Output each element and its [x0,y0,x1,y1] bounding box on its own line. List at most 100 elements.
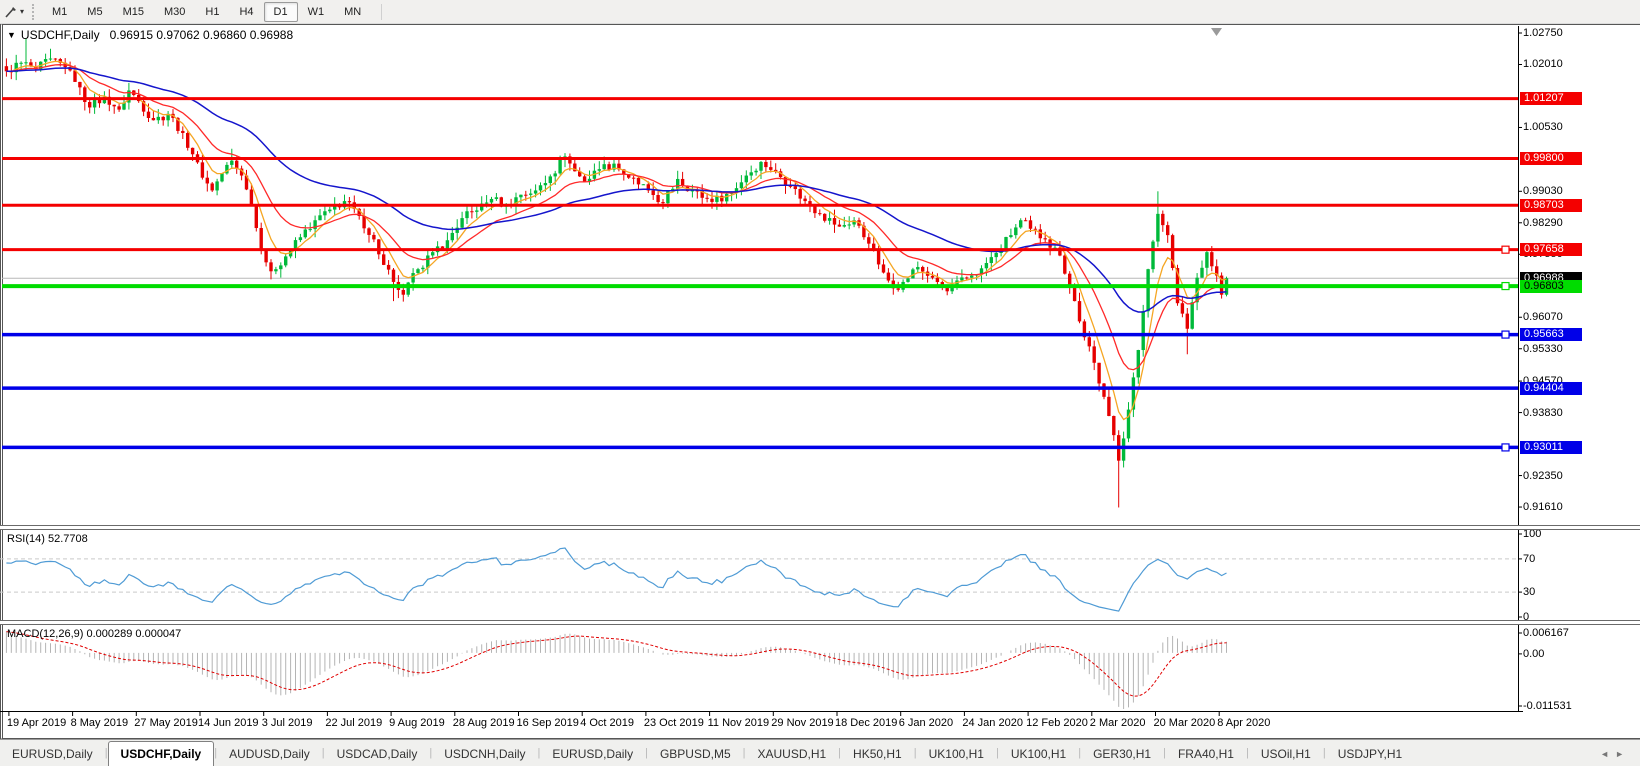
timeframe-button-d1[interactable]: D1 [263,1,298,22]
candle-body [274,269,278,272]
collapse-chart-icon[interactable]: ▼ [7,30,16,40]
date-axis-label: 12 Feb 2020 [1026,717,1088,729]
chart-tab-xauusd-h1[interactable]: XAUUSD,H1 [745,742,838,766]
candle-body [823,213,827,221]
candle-body [78,81,82,88]
dropdown-caret-icon[interactable]: ▾ [20,7,24,16]
candle-body [284,256,288,266]
candle-body [680,178,685,186]
hline-handle[interactable] [1501,330,1510,339]
macd-indicator-label: MACD(12,26,9) 0.000289 0.000047 [7,628,182,640]
candle-body [1072,286,1077,302]
candle-body [984,263,989,269]
timeframe-button-mn[interactable]: MN [334,2,371,22]
candle-body [190,147,195,155]
candle-body [1097,362,1101,384]
timeframe-button-m1[interactable]: M1 [42,2,77,22]
rsi-tick-label: 30 [1523,586,1536,599]
candle-body [43,59,48,62]
macd-tick-label: 0.006167 [1523,627,1569,639]
candle-body [161,116,165,121]
date-axis-label: 28 Aug 2019 [452,717,515,729]
candle-body [970,275,974,278]
candle-body [582,176,587,182]
chart-tab-uk100-h1[interactable]: UK100,H1 [999,742,1078,766]
next-charts-button[interactable]: ► [1615,749,1630,759]
candle-body [347,201,352,203]
candle-body [1019,220,1023,228]
candle-body [181,130,185,133]
candle-body [818,213,822,215]
candle-body [1063,255,1067,274]
toolbar-grip[interactable] [32,3,35,20]
chart-tab-audusd-daily[interactable]: AUDUSD,Daily [217,742,322,766]
date-axis-label: 18 Dec 2019 [835,717,898,729]
candle-body [881,264,886,273]
candle-body [445,240,450,249]
candle-body [235,160,239,169]
chart-tab-usdcnh-daily[interactable]: USDCNH,Daily [432,742,537,766]
candle-body [548,176,552,184]
candle-body [269,262,273,272]
candle-body [1121,438,1126,461]
candle-body [1014,227,1018,236]
timeframe-button-m5[interactable]: M5 [77,2,112,22]
candle-body [1092,346,1096,363]
chart-tab-usdchf-daily[interactable]: USDCHF,Daily [107,741,215,766]
hline-handle[interactable] [1501,443,1510,452]
price-tick-label: 1.02010 [1523,58,1563,71]
candle-body [318,215,322,221]
candle-body [1136,350,1140,378]
macd-pane-splitter[interactable] [0,620,1640,625]
candle-body [117,106,121,110]
candle-body [1023,220,1028,222]
candle-body [53,58,58,60]
hline-handle[interactable] [1501,245,1510,254]
price-chart-canvas[interactable] [0,0,1640,766]
candle-body [896,288,900,290]
chart-tab-gbpusd-m5[interactable]: GBPUSD,M5 [648,742,743,766]
chart-tab-eurusd-daily[interactable]: EURUSD,Daily [540,742,645,766]
candle-body [1112,415,1116,436]
chart-tab-hk50-h1[interactable]: HK50,H1 [841,742,914,766]
candle-body [303,229,307,238]
candle-body [24,62,28,64]
timeframe-button-h4[interactable]: H4 [229,2,263,22]
candle-body [1009,235,1013,238]
macd-signal-line [6,631,1227,697]
candle-body [489,198,494,203]
date-axis-label: 2 Mar 2020 [1089,717,1146,729]
drawing-tool-icon[interactable] [2,3,20,21]
candle-body [254,205,258,229]
chart-tab-usdjpy-h1[interactable]: USDJPY,H1 [1326,742,1414,766]
timeframe-button-w1[interactable]: W1 [298,2,335,22]
rsi-pane-splitter[interactable] [0,525,1640,530]
candle-body [827,218,832,221]
chart-tab-ger30-h1[interactable]: GER30,H1 [1081,742,1163,766]
chart-tab-usoil-h1[interactable]: USOil,H1 [1249,742,1323,766]
timeframe-button-m30[interactable]: M30 [154,2,195,22]
candle-body [4,66,9,72]
hline-handle[interactable] [1501,281,1510,291]
candle-body [1038,229,1042,239]
candle-body [661,202,665,204]
chart-tab-uk100-h1[interactable]: UK100,H1 [917,742,996,766]
timeframe-button-m15[interactable]: M15 [113,2,154,22]
candle-body [636,177,641,185]
chart-tab-fra40-h1[interactable]: FRA40,H1 [1166,742,1246,766]
date-axis-label: 23 Oct 2019 [643,717,704,729]
candle-body [19,62,23,64]
price-tick-label: 0.93830 [1523,406,1563,419]
candle-body [146,111,151,118]
chart-tab-usdcad-daily[interactable]: USDCAD,Daily [325,742,430,766]
chart-tab-eurusd-daily[interactable]: EURUSD,Daily [0,742,105,766]
candle-body [764,161,768,168]
prev-charts-button[interactable]: ◄ [1600,749,1615,759]
timeframe-button-h1[interactable]: H1 [195,2,229,22]
candle-body [328,209,332,212]
candle-body [965,277,969,279]
candle-body [524,194,528,196]
candle-body [230,160,234,165]
candle-body [989,257,993,264]
candle-body [431,252,435,256]
